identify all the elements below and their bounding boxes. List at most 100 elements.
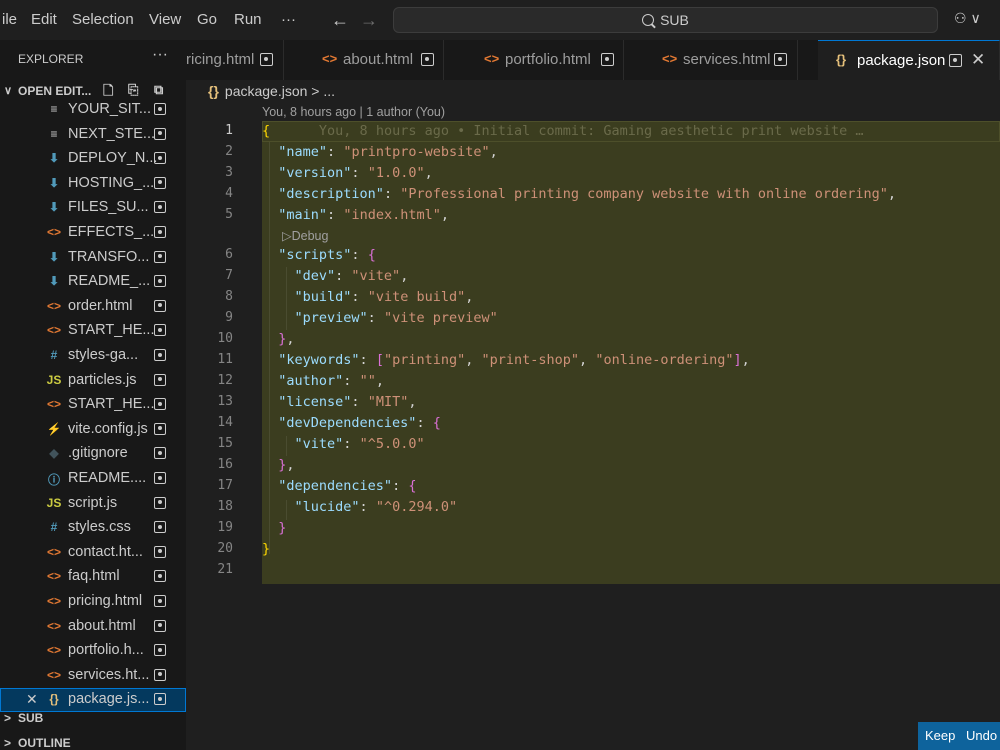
unsaved-dot-icon[interactable] — [154, 447, 166, 460]
tab-pricing[interactable]: ricing.html — [186, 40, 284, 80]
unsaved-dot-icon[interactable] — [154, 545, 166, 558]
code-line-20: } — [262, 541, 271, 557]
open-editor-item[interactable]: <> pricing.html — [0, 590, 186, 614]
css-icon: # — [50, 520, 58, 535]
menu-edit[interactable]: Edit — [31, 0, 57, 40]
menu-view[interactable]: View — [149, 0, 181, 40]
vite-icon: ⚡ — [46, 421, 62, 436]
unsaved-dot-icon[interactable] — [154, 127, 166, 140]
unsaved-dot-icon[interactable] — [154, 668, 166, 681]
back-arrow-icon[interactable]: ← — [331, 0, 349, 40]
open-editor-item[interactable]: <> services.ht... — [0, 664, 186, 688]
breadcrumb-path[interactable]: package.json > ... — [225, 83, 335, 99]
open-editor-item[interactable]: <> portfolio.h... — [0, 639, 186, 663]
copilot-icon[interactable]: ⚇ ∨ — [954, 10, 981, 27]
unsaved-dot-icon[interactable] — [154, 619, 166, 632]
js-icon: JS — [46, 372, 62, 387]
unsaved-dot-icon[interactable] — [154, 250, 166, 263]
explorer-more-icon[interactable]: ··· — [152, 46, 168, 64]
unsaved-dot-icon[interactable] — [421, 53, 434, 66]
menu-run[interactable]: Run — [234, 0, 262, 40]
debug-codelens[interactable]: ▷Debug — [282, 228, 328, 243]
json-key: "dev" — [294, 268, 336, 284]
unsaved-dot-icon[interactable] — [154, 570, 166, 583]
tab-portfolio[interactable]: <> portfolio.html — [466, 40, 624, 80]
open-editor-item[interactable]: JS particles.js — [0, 369, 186, 393]
open-editor-item[interactable]: # styles-ga... — [0, 344, 186, 368]
sub-section-header[interactable]: > SUB — [0, 707, 186, 729]
open-editor-item[interactable]: <> START_HE... — [0, 393, 186, 417]
open-editor-item[interactable]: ⬇ TRANSFO... — [0, 246, 186, 270]
unsaved-dot-icon[interactable] — [154, 693, 166, 706]
open-editor-item[interactable]: <> order.html — [0, 295, 186, 319]
open-editor-item[interactable]: ⚡ vite.config.js — [0, 418, 186, 442]
outline-section-header[interactable]: > OUTLINE — [0, 732, 186, 750]
unsaved-dot-icon[interactable] — [154, 496, 166, 509]
chevron-down-icon: ∨ — [4, 85, 13, 97]
unsaved-dot-icon[interactable] — [154, 472, 166, 484]
unsaved-dot-icon[interactable] — [154, 103, 166, 115]
unsaved-dot-icon[interactable] — [154, 201, 166, 214]
line-number: 17 — [217, 478, 233, 493]
open-editor-item[interactable]: ⬇ README_... — [0, 270, 186, 294]
info-icon: ⓘ — [47, 473, 60, 487]
unsaved-dot-icon[interactable] — [154, 349, 166, 361]
line-number: 21 — [217, 562, 233, 577]
tab-about[interactable]: <> about.html — [304, 40, 444, 80]
line-number: 2 — [225, 144, 233, 159]
menu-selection[interactable]: Selection — [72, 0, 134, 40]
close-icon[interactable]: ✕ — [971, 50, 985, 70]
open-editor-item[interactable]: ≡ NEXT_STE... — [0, 123, 186, 147]
open-editor-item[interactable]: ⬇ HOSTING_... — [0, 172, 186, 196]
unsaved-dot-icon[interactable] — [154, 422, 166, 435]
new-untitled-file-icon[interactable]: 🗋 — [103, 82, 117, 98]
unsaved-dot-icon[interactable] — [154, 275, 166, 288]
close-all-icon[interactable]: ⧉ — [154, 82, 168, 97]
git-blame-lens[interactable]: You, 8 hours ago | 1 author (You) — [262, 105, 445, 119]
unsaved-dot-icon[interactable] — [154, 152, 166, 165]
menu-file[interactable]: ile — [2, 0, 17, 40]
menu-go[interactable]: Go — [197, 0, 217, 40]
open-editor-item[interactable]: <> START_HE... — [0, 319, 186, 343]
unsaved-dot-icon[interactable] — [154, 521, 166, 534]
code-editor[interactable]: {} package.json > ... You, 8 hours ago | … — [186, 80, 1000, 750]
open-editor-item[interactable]: ⬇ FILES_SU... — [0, 196, 186, 220]
unsaved-dot-icon[interactable] — [154, 176, 166, 189]
save-all-icon[interactable]: ⎘ — [128, 82, 142, 97]
unsaved-dot-icon[interactable] — [154, 373, 166, 386]
open-editor-item[interactable]: ⬇ DEPLOY_N... — [0, 147, 186, 171]
html-icon: <> — [46, 618, 61, 633]
keep-button[interactable]: Keep — [925, 728, 955, 743]
open-editor-item[interactable]: <> EFFECTS_... — [0, 221, 186, 245]
forward-arrow-icon[interactable]: → — [360, 0, 378, 40]
editor-tabs: ricing.html <> about.html <> portfolio.h… — [186, 40, 1000, 80]
open-editor-item[interactable]: JS script.js — [0, 492, 186, 516]
unsaved-dot-icon[interactable] — [260, 53, 273, 66]
close-icon[interactable]: ✕ — [26, 691, 38, 708]
json-value: "print-shop" — [481, 352, 580, 368]
unsaved-dot-icon[interactable] — [774, 53, 787, 66]
line-number: 11 — [217, 352, 233, 367]
file-name: START_HE... — [68, 396, 155, 413]
unsaved-dot-icon[interactable] — [154, 226, 166, 238]
unsaved-dot-icon[interactable] — [154, 299, 166, 312]
html-icon: <> — [46, 594, 61, 608]
unsaved-dot-icon[interactable] — [154, 595, 166, 607]
unsaved-dot-icon[interactable] — [154, 398, 166, 411]
open-editor-item[interactable]: # styles.css — [0, 516, 186, 540]
open-editor-item[interactable]: <> about.html — [0, 615, 186, 639]
open-editor-item[interactable]: ⓘ README.... — [0, 467, 186, 491]
breadcrumb[interactable]: {} package.json > ... — [208, 83, 335, 99]
open-editor-item[interactable]: ≡ YOUR_SIT... — [0, 98, 186, 122]
open-editor-item[interactable]: <> faq.html — [0, 565, 186, 589]
tab-package-json[interactable]: {} package.json ✕ — [818, 40, 1000, 80]
unsaved-dot-icon[interactable] — [154, 324, 166, 337]
open-editor-item[interactable]: <> contact.ht... — [0, 541, 186, 565]
unsaved-dot-icon[interactable] — [154, 644, 166, 657]
undo-button[interactable]: Undo — [966, 728, 997, 743]
open-editor-item[interactable]: ◆ .gitignore — [0, 442, 186, 466]
menu-more[interactable]: ··· — [281, 0, 296, 40]
tab-services[interactable]: <> services.html — [644, 40, 798, 80]
command-center-search[interactable]: SUB — [393, 7, 938, 33]
unsaved-dot-icon[interactable] — [601, 53, 614, 66]
